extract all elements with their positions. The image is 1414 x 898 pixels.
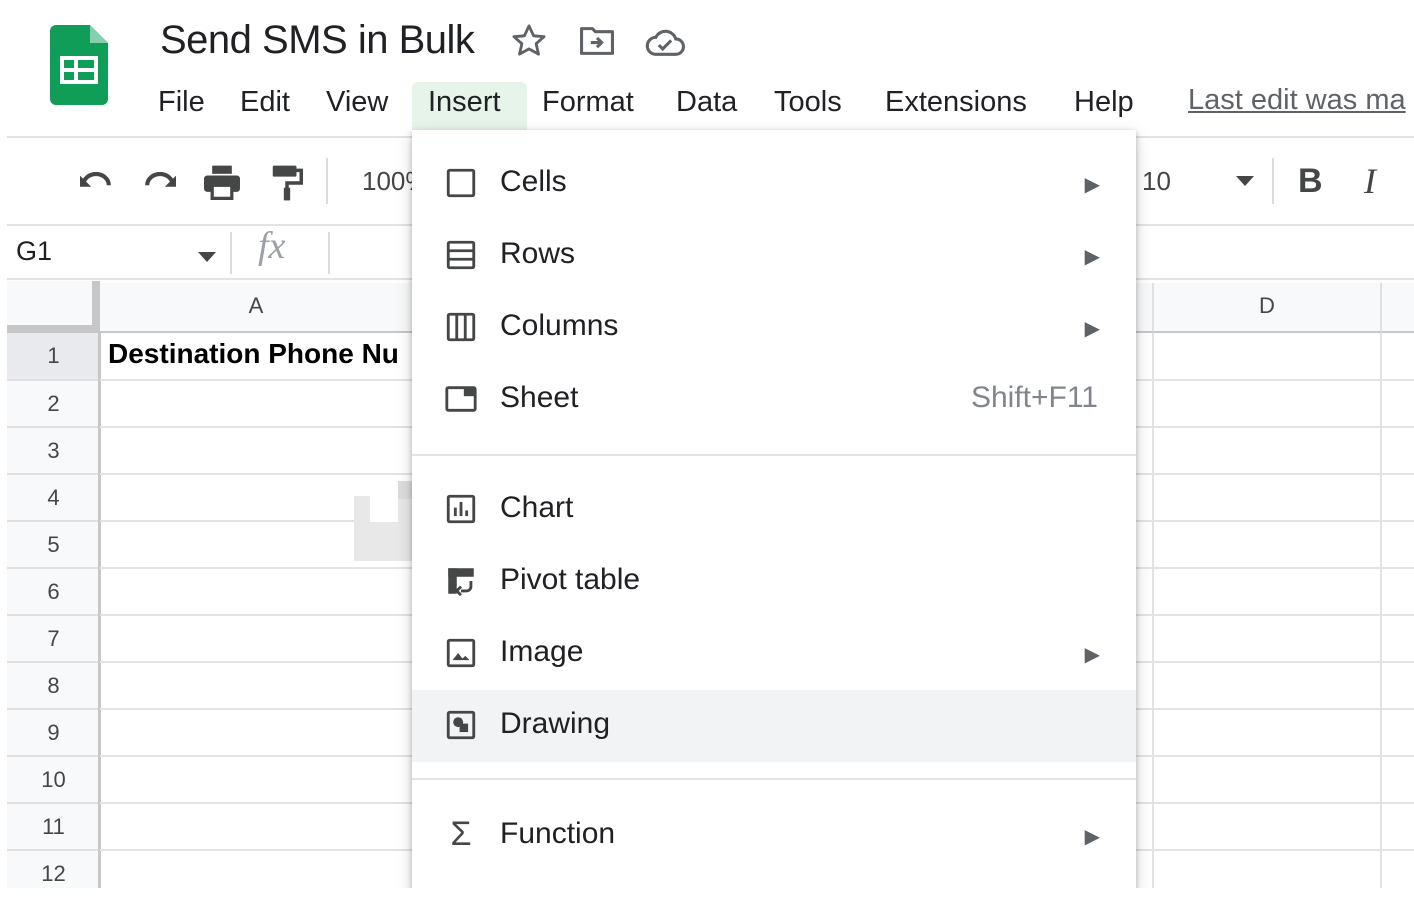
menu-item-label: Pivot table xyxy=(500,563,641,596)
menu-item-chart[interactable]: Chart xyxy=(412,474,1136,546)
menu-extensions[interactable]: Extensions xyxy=(869,82,1043,130)
undo-icon[interactable] xyxy=(76,166,116,203)
menu-insert[interactable]: Insert xyxy=(412,82,527,130)
column-header-d[interactable]: D xyxy=(1154,283,1382,333)
insert-menu: Cells ▶ Rows ▶ Columns ▶ Sheet Shift+F11… xyxy=(412,130,1136,898)
formula-separator xyxy=(328,232,330,274)
menu-item-label: Drawing xyxy=(500,707,611,740)
function-sigma-icon: Σ xyxy=(450,815,472,853)
grid-line xyxy=(1380,333,1382,898)
menu-item-label: Image xyxy=(500,635,584,668)
sheets-logo-icon[interactable] xyxy=(50,25,108,105)
menu-view[interactable]: View xyxy=(310,82,404,130)
columns-icon xyxy=(444,310,478,344)
fx-icon: fx xyxy=(258,225,286,267)
column-header-e[interactable] xyxy=(1382,283,1414,333)
document-title[interactable]: Send SMS in Bulk xyxy=(160,18,475,63)
name-box-dropdown-icon[interactable] xyxy=(198,252,216,262)
cloud-saved-icon[interactable] xyxy=(645,26,685,63)
last-edit-link[interactable]: Last edit was ma xyxy=(1188,84,1406,117)
submenu-arrow-icon: ▶ xyxy=(1084,246,1100,268)
submenu-arrow-icon: ▶ xyxy=(1084,644,1100,666)
menu-item-label: Cells xyxy=(500,165,567,198)
row-header-11[interactable]: 11 xyxy=(7,804,100,851)
toolbar-separator xyxy=(326,158,328,204)
italic-button[interactable]: I xyxy=(1364,160,1376,202)
row-header-5[interactable]: 5 xyxy=(7,522,100,569)
row-header-4[interactable]: 4 xyxy=(7,475,100,522)
menu-file[interactable]: File xyxy=(142,82,221,130)
menu-item-label: Rows xyxy=(500,237,576,270)
menu-item-image[interactable]: Image ▶ xyxy=(412,618,1136,690)
menu-data[interactable]: Data xyxy=(660,82,753,130)
menu-help[interactable]: Help xyxy=(1058,82,1150,130)
paint-format-icon[interactable] xyxy=(270,164,304,207)
row-header-9[interactable]: 9 xyxy=(7,710,100,757)
menu-item-label: Sheet xyxy=(500,381,579,414)
toolbar-separator xyxy=(1272,158,1274,204)
chart-icon xyxy=(444,492,478,526)
font-size-select[interactable]: 10 xyxy=(1142,166,1171,197)
submenu-arrow-icon: ▶ xyxy=(1084,826,1100,848)
menu-item-label: Chart xyxy=(500,491,574,524)
select-all-corner[interactable] xyxy=(7,281,100,333)
print-icon[interactable] xyxy=(202,164,242,205)
row-header-8[interactable]: 8 xyxy=(7,663,100,710)
row-header-2[interactable]: 2 xyxy=(7,381,100,428)
row-header-3[interactable]: 3 xyxy=(7,428,100,475)
cell-a1[interactable]: Destination Phone Nu xyxy=(108,338,412,370)
menu-item-rows[interactable]: Rows ▶ xyxy=(412,220,1136,292)
image-icon xyxy=(444,636,478,670)
row-header-7[interactable]: 7 xyxy=(7,616,100,663)
name-box[interactable]: G1 xyxy=(16,236,52,267)
redo-icon[interactable] xyxy=(140,166,180,203)
menu-item-label: Columns xyxy=(500,309,619,342)
rows-icon xyxy=(444,238,478,272)
row-header-10[interactable]: 10 xyxy=(7,757,100,804)
column-header-c[interactable] xyxy=(1134,283,1154,333)
menu-tools[interactable]: Tools xyxy=(758,82,858,130)
menu-item-label: Function xyxy=(500,817,616,850)
menu-item-cells[interactable]: Cells ▶ xyxy=(412,148,1136,220)
menu-format[interactable]: Format xyxy=(526,82,650,130)
move-to-folder-icon[interactable] xyxy=(578,24,616,63)
pivot-table-icon xyxy=(444,564,478,598)
submenu-arrow-icon: ▶ xyxy=(1084,318,1100,340)
shortcut-label: Shift+F11 xyxy=(970,381,1098,414)
menu-item-sheet[interactable]: Sheet Shift+F11 xyxy=(412,364,1136,436)
loading-placeholder xyxy=(370,496,398,522)
menu-item-columns[interactable]: Columns ▶ xyxy=(412,292,1136,364)
drawing-icon xyxy=(444,708,478,742)
star-icon[interactable] xyxy=(510,22,548,65)
bold-button[interactable]: B xyxy=(1298,162,1323,201)
menu-item-function[interactable]: Σ Function ▶ xyxy=(412,800,1136,872)
menu-edit[interactable]: Edit xyxy=(224,82,306,130)
row-header-1[interactable]: 1 xyxy=(7,333,100,381)
formula-separator xyxy=(230,232,232,274)
menu-item-pivot-table[interactable]: Pivot table xyxy=(412,546,1136,618)
menu-item-drawing[interactable]: Drawing xyxy=(412,690,1136,762)
menu-separator xyxy=(412,454,1136,456)
submenu-arrow-icon: ▶ xyxy=(1084,174,1100,196)
row-header-6[interactable]: 6 xyxy=(7,569,100,616)
grid-line xyxy=(1152,333,1154,898)
menu-separator xyxy=(412,778,1136,780)
window-bottom-edge xyxy=(0,888,1414,898)
font-size-dropdown-icon[interactable] xyxy=(1236,176,1254,186)
cells-icon xyxy=(444,166,478,200)
column-header-a[interactable]: A xyxy=(100,283,414,333)
sheet-icon xyxy=(444,382,478,416)
